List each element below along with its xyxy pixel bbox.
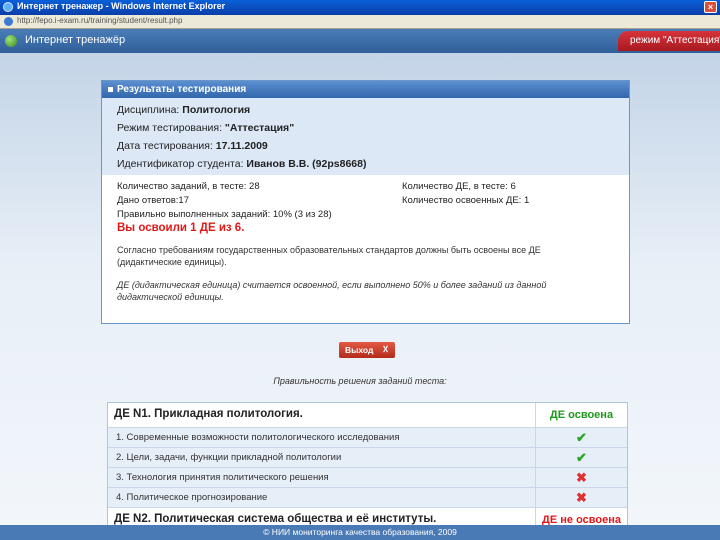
test-info: Дисциплина: Политология Режим тестирован…: [102, 98, 629, 175]
student-value: Иванов В.В. (92ps8668): [246, 158, 367, 170]
total-tasks: Количество заданий, в тесте: 28: [117, 181, 260, 192]
exit-button[interactable]: Выход ☓: [339, 342, 395, 358]
mode-value: "Аттестация": [224, 122, 295, 134]
results-panel-title: Результаты тестирования: [117, 84, 247, 95]
discipline-label: Дисциплина:: [117, 104, 183, 116]
mastered-de: Количество освоенных ДЕ: 1: [402, 195, 530, 206]
task-text: 3. Технология принятия политического реш…: [116, 472, 329, 483]
topics-table: ДЕ N1. Прикладная политология. ДЕ освоен…: [107, 402, 628, 534]
correct-tasks: Правильно выполненных заданий: 10% (3 из…: [117, 209, 332, 220]
task-result-cell: ✔: [535, 428, 627, 447]
page-content: Результаты тестирования Дисциплина: Поли…: [0, 53, 720, 534]
window-close-button[interactable]: ×: [704, 1, 717, 13]
test-stats: Количество заданий, в тесте: 28 Дано отв…: [102, 181, 629, 223]
results-panel: Результаты тестирования Дисциплина: Поли…: [101, 80, 630, 324]
ie-logo-icon: [3, 2, 13, 12]
topic-status: ДЕ освоена: [535, 403, 627, 427]
app-header: Интернет тренажёр режим "Аттестация": [0, 29, 720, 53]
requirement-note: Согласно требованиям государственных обр…: [117, 245, 541, 267]
footer: © НИИ мониторинга качества образования, …: [0, 525, 720, 540]
app-logo-icon: [5, 35, 17, 47]
result-message: Вы освоили 1 ДЕ из 6.: [117, 222, 245, 234]
task-text: 4. Политическое прогнозирование: [116, 492, 268, 503]
mode-line: Режим тестирования: "Аттестация": [117, 119, 629, 137]
answers-given: Дано ответов:17: [117, 195, 190, 206]
total-de: Количество ДЕ, в тесте: 6: [402, 181, 516, 192]
task-result-cell: ✖: [535, 468, 627, 487]
task-result-cell: ✖: [535, 488, 627, 507]
task-row: 1. Современные возможности политологичес…: [108, 428, 627, 448]
task-text: 1. Современные возможности политологичес…: [116, 432, 400, 443]
date-value: 17.11.2009: [215, 140, 268, 152]
bullet-icon: [108, 86, 113, 92]
mode-badge: режим "Аттестация": [618, 31, 720, 51]
address-bar[interactable]: http://fepo.i-exam.ru/training/student/r…: [0, 15, 720, 29]
date-line: Дата тестирования: 17.11.2009: [117, 137, 629, 155]
exit-icon: ☓: [382, 344, 389, 356]
task-result-cell: ✔: [535, 448, 627, 467]
exit-button-label: Выход: [345, 345, 374, 355]
task-row: 3. Технология принятия политического реш…: [108, 468, 627, 488]
check-icon: ✔: [576, 450, 587, 465]
mode-label: Режим тестирования:: [117, 122, 225, 134]
student-line: Идентификатор студента: Иванов В.В. (92p…: [117, 155, 629, 173]
topic-title: ДЕ N2. Политическая система общества и е…: [114, 513, 437, 525]
window-title-bar: Интернет тренажер - Windows Internet Exp…: [0, 0, 720, 15]
page-icon: [4, 17, 13, 26]
window-title: Интернет тренажер - Windows Internet Exp…: [17, 1, 226, 11]
task-text: 2. Цели, задачи, функции прикладной поли…: [116, 452, 342, 463]
task-row: 2. Цели, задачи, функции прикладной поли…: [108, 448, 627, 468]
discipline-line: Дисциплина: Политология: [117, 101, 629, 119]
definition-note: ДЕ (дидактическая единица) считается осв…: [117, 280, 547, 302]
check-icon: ✔: [576, 430, 587, 445]
correctness-caption: Правильность решения заданий теста:: [273, 376, 447, 386]
topic-row: ДЕ N1. Прикладная политология. ДЕ освоен…: [108, 403, 627, 428]
date-label: Дата тестирования:: [117, 140, 216, 152]
discipline-value: Политология: [182, 104, 251, 116]
app-title: Интернет тренажёр: [25, 34, 126, 46]
cross-icon: ✖: [576, 490, 587, 505]
results-panel-header: Результаты тестирования: [102, 81, 629, 98]
address-url[interactable]: http://fepo.i-exam.ru/training/student/r…: [17, 16, 182, 25]
task-row: 4. Политическое прогнозирование ✖: [108, 488, 627, 508]
topic-title: ДЕ N1. Прикладная политология.: [114, 408, 303, 420]
student-label: Идентификатор студента:: [117, 158, 247, 170]
cross-icon: ✖: [576, 470, 587, 485]
